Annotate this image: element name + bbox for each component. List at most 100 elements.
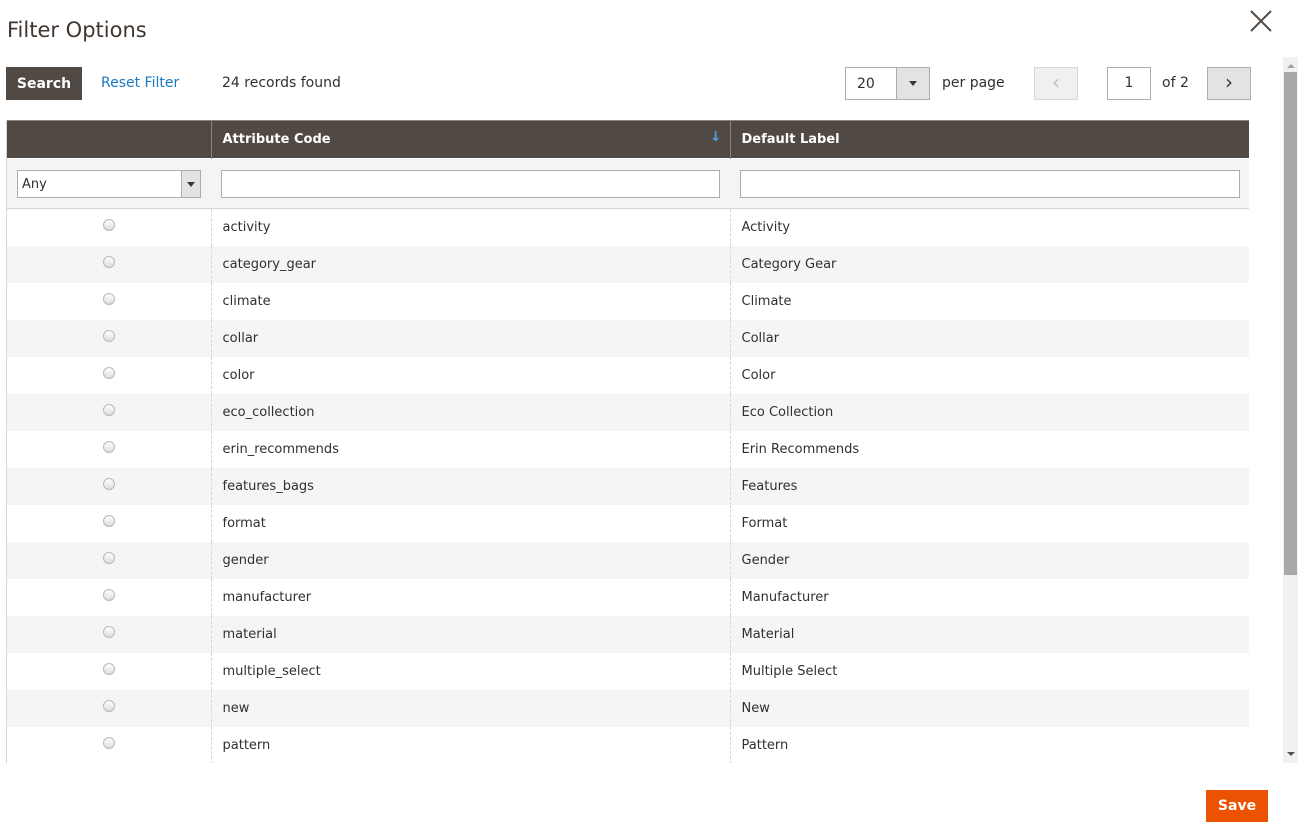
table-row[interactable]: color Color	[7, 356, 1249, 394]
default-label-cell: Category Gear	[729, 245, 1249, 283]
row-radio[interactable]	[102, 293, 115, 305]
default-label-cell: Climate	[729, 282, 1249, 320]
attribute-code-cell: multiple_select	[210, 652, 730, 690]
select-cell	[7, 283, 211, 320]
row-radio[interactable]	[102, 552, 115, 564]
select-cell	[7, 541, 211, 579]
select-cell	[7, 653, 211, 690]
table-row[interactable]: format Format	[7, 504, 1249, 542]
next-page-button[interactable]: ›	[1207, 67, 1251, 100]
row-radio[interactable]	[102, 256, 115, 268]
attribute-code-cell: erin_recommends	[210, 430, 730, 468]
scrollbar[interactable]	[1283, 57, 1298, 763]
select-cell	[7, 431, 211, 468]
scroll-up-icon[interactable]	[1287, 60, 1295, 68]
reset-filter-link[interactable]: Reset Filter	[101, 75, 179, 91]
default-label-filter-input[interactable]	[740, 169, 1240, 198]
attribute-code-cell: collar	[210, 319, 730, 357]
chevron-down-icon[interactable]	[896, 68, 929, 99]
select-cell	[7, 467, 211, 505]
table-row[interactable]: manufacturer Manufacturer	[7, 578, 1249, 616]
default-label-cell: Activity	[729, 208, 1249, 246]
records-count: 24 records found	[222, 75, 341, 91]
page-total: of 2	[1162, 75, 1189, 91]
sort-arrow-icon: ↓	[709, 129, 722, 145]
table-row[interactable]: multiple_select Multiple Select	[7, 652, 1249, 690]
default-label-cell: Material	[729, 615, 1249, 653]
select-cell	[7, 727, 211, 764]
row-radio[interactable]	[102, 330, 115, 342]
close-icon[interactable]	[1248, 8, 1274, 34]
table-row[interactable]: new New	[7, 689, 1249, 727]
grid-toolbar: Search Reset Filter 24 records found 20 …	[6, 67, 1251, 101]
scroll-down-icon[interactable]	[1287, 752, 1295, 760]
attributes-grid: Attribute Code ↓ Default Label Any activi…	[6, 120, 1249, 763]
row-radio[interactable]	[102, 515, 115, 527]
table-row[interactable]: features_bags Features	[7, 467, 1249, 505]
row-radio[interactable]	[102, 663, 115, 675]
column-attribute-code[interactable]: Attribute Code ↓	[210, 120, 731, 159]
row-radio[interactable]	[102, 589, 115, 601]
select-cell	[7, 209, 211, 246]
default-label-cell: Pattern	[729, 726, 1249, 763]
modal-title: Filter Options	[7, 18, 147, 42]
default-label-cell: Gender	[729, 541, 1249, 579]
row-radio[interactable]	[102, 219, 115, 232]
default-label-cell: Erin Recommends	[729, 430, 1249, 468]
table-row[interactable]: material Material	[7, 615, 1249, 653]
column-select	[7, 120, 212, 159]
page-input[interactable]: 1	[1107, 67, 1151, 100]
chevron-down-icon	[181, 170, 200, 197]
select-cell	[7, 615, 211, 653]
row-radio[interactable]	[102, 441, 115, 453]
scrollbar-thumb[interactable]	[1284, 72, 1297, 575]
attribute-code-cell: manufacturer	[210, 578, 730, 616]
default-label-cell: Collar	[729, 319, 1249, 357]
row-radio[interactable]	[102, 404, 115, 416]
select-filter[interactable]: Any	[17, 169, 201, 198]
row-radio[interactable]	[102, 737, 115, 749]
table-row[interactable]: erin_recommends Erin Recommends	[7, 430, 1249, 468]
row-radio[interactable]	[102, 626, 115, 638]
table-row[interactable]: activity Activity	[7, 208, 1249, 246]
table-row[interactable]: pattern Pattern	[7, 726, 1249, 764]
attribute-code-cell: features_bags	[210, 467, 730, 505]
table-row[interactable]: climate Climate	[7, 282, 1249, 320]
select-cell	[7, 579, 211, 616]
row-radio[interactable]	[102, 478, 115, 490]
prev-page-button[interactable]: ‹	[1034, 67, 1078, 100]
select-filter-value: Any	[22, 176, 47, 192]
select-cell	[7, 319, 211, 357]
table-row[interactable]: collar Collar	[7, 319, 1249, 357]
attribute-code-cell: material	[210, 615, 730, 653]
attribute-code-cell: category_gear	[210, 245, 730, 283]
table-row[interactable]: category_gear Category Gear	[7, 245, 1249, 283]
select-cell	[7, 393, 211, 431]
per-page-label: per page	[942, 75, 1005, 91]
default-label-cell: Eco Collection	[729, 393, 1249, 431]
attribute-code-cell: climate	[210, 282, 730, 320]
default-label-cell: Manufacturer	[729, 578, 1249, 616]
row-radio[interactable]	[102, 700, 115, 712]
attribute-code-cell: eco_collection	[210, 393, 730, 431]
select-cell	[7, 505, 211, 542]
per-page-value: 20	[857, 76, 875, 92]
row-radio[interactable]	[102, 367, 115, 379]
default-label-cell: Color	[729, 356, 1249, 394]
save-button[interactable]: Save	[1206, 790, 1268, 822]
per-page-select[interactable]: 20	[845, 67, 930, 100]
attribute-code-cell: gender	[210, 541, 730, 579]
column-label: Attribute Code	[222, 132, 331, 147]
select-cell	[7, 245, 211, 283]
column-default-label[interactable]: Default Label	[729, 120, 1249, 159]
attribute-code-cell: format	[210, 504, 730, 542]
attribute-code-cell: pattern	[210, 726, 730, 763]
select-cell	[7, 689, 211, 727]
search-button[interactable]: Search	[6, 67, 82, 100]
attribute-code-filter-input[interactable]	[221, 169, 720, 198]
select-cell	[7, 357, 211, 394]
default-label-cell: Features	[729, 467, 1249, 505]
attribute-code-cell: color	[210, 356, 730, 394]
table-row[interactable]: eco_collection Eco Collection	[7, 393, 1249, 431]
table-row[interactable]: gender Gender	[7, 541, 1249, 579]
